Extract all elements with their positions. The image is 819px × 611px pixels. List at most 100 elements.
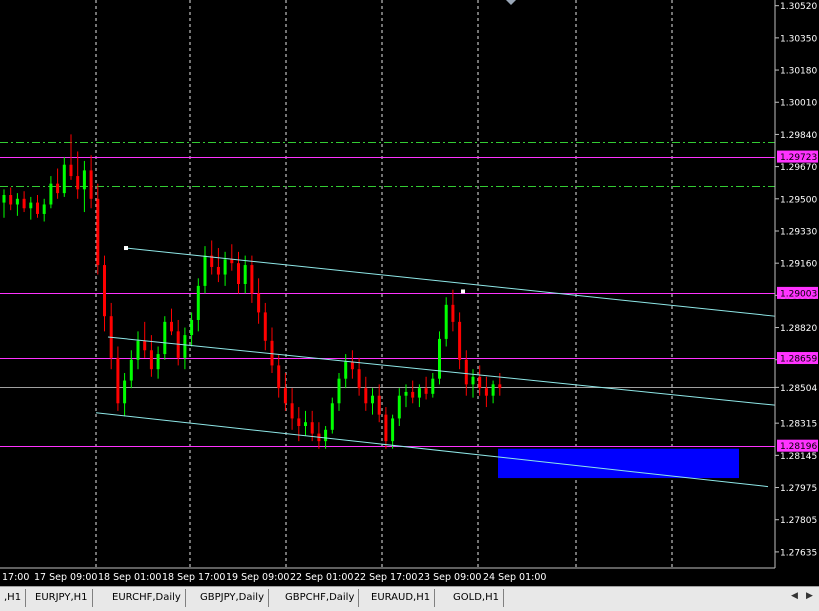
candle-body bbox=[324, 429, 328, 442]
time-tick-label: 22 Sep 17:00 bbox=[354, 572, 417, 583]
candle-body bbox=[364, 388, 368, 404]
blue-zone bbox=[498, 448, 739, 479]
candle-body bbox=[190, 319, 194, 336]
candle-body bbox=[89, 170, 93, 199]
price-tick-label: 1.28145 bbox=[780, 452, 817, 462]
price-tick-label: 1.27975 bbox=[780, 484, 817, 494]
candle-body bbox=[183, 335, 187, 358]
candle-body bbox=[15, 198, 19, 205]
price-tick-label: 1.27805 bbox=[780, 516, 817, 526]
candle-body bbox=[237, 263, 240, 284]
tab-gbpchf-daily[interactable]: GBPCHF,Daily bbox=[281, 589, 360, 607]
price-tick-label: 1.29670 bbox=[780, 163, 817, 173]
candle-body bbox=[384, 414, 388, 442]
candle-body bbox=[257, 293, 261, 313]
candle-body bbox=[297, 418, 301, 426]
candle-body bbox=[330, 403, 334, 430]
candle-body bbox=[304, 422, 307, 426]
tab-gbpjpy-daily[interactable]: GBPJPY,Daily bbox=[196, 589, 269, 607]
scroll-left-icon[interactable]: ◀ bbox=[791, 591, 798, 601]
candle-body bbox=[290, 403, 294, 419]
candle-body bbox=[310, 422, 314, 434]
candle-body bbox=[431, 378, 435, 394]
candle-body bbox=[424, 388, 428, 394]
candle-body bbox=[149, 350, 153, 370]
price-tick-label: 1.30010 bbox=[780, 99, 817, 109]
candle-body bbox=[9, 195, 13, 205]
candle-body bbox=[22, 198, 26, 209]
candle-body bbox=[163, 321, 167, 355]
price-chart[interactable]: 1.30520 1.30350 1.30180 1.30010 1.29840 1.296… bbox=[0, 0, 819, 586]
candle-body bbox=[170, 321, 173, 332]
candle-body bbox=[230, 259, 234, 264]
candle-body bbox=[484, 388, 488, 396]
candle-body bbox=[377, 395, 381, 415]
price-tick-label: 1.28504 bbox=[780, 384, 817, 394]
time-tick-label: 17:00 bbox=[2, 572, 29, 583]
candle-body bbox=[391, 418, 395, 442]
candle-body bbox=[471, 376, 475, 385]
candle-body bbox=[62, 164, 66, 194]
candle-body bbox=[136, 340, 140, 360]
candle-body bbox=[76, 176, 80, 190]
tab-eurchf-daily[interactable]: EURCHF,Daily bbox=[108, 589, 186, 607]
candle-body bbox=[243, 265, 247, 284]
candle-body bbox=[283, 388, 287, 404]
candle-body bbox=[444, 304, 448, 339]
candle-body bbox=[270, 340, 274, 366]
price-axis: 1.30520 1.30350 1.30180 1.30010 1.29840 1.296… bbox=[775, 2, 817, 558]
candle-body bbox=[277, 365, 281, 389]
candle-body bbox=[103, 265, 106, 317]
tab-h1[interactable]: ,H1 bbox=[0, 589, 27, 607]
time-tick-label: 18 Sep 17:00 bbox=[162, 572, 225, 583]
candle-body bbox=[56, 183, 60, 194]
channel-anchor-point bbox=[124, 246, 128, 251]
candle-body bbox=[143, 340, 147, 351]
candle-body bbox=[223, 259, 227, 275]
price-tick-label: 1.29160 bbox=[780, 260, 817, 270]
candle-body bbox=[337, 378, 341, 404]
plot-area bbox=[0, 0, 775, 568]
price-tick-label: 1.30180 bbox=[780, 67, 817, 77]
price-tick-label: 1.27635 bbox=[780, 548, 817, 558]
time-tick-label: 17 Sep 09:00 bbox=[34, 572, 97, 583]
candle-body bbox=[49, 183, 53, 205]
candle-body bbox=[216, 266, 220, 275]
candle-body bbox=[451, 304, 455, 322]
price-tick-label: 1.30520 bbox=[780, 2, 817, 12]
price-label-text: 1.28196 bbox=[780, 442, 817, 452]
tab-gold-h1[interactable]: GOLD,H1 bbox=[449, 589, 504, 607]
price-tick-label: 1.28820 bbox=[780, 324, 817, 334]
candle-body bbox=[478, 376, 482, 389]
candle-body bbox=[417, 388, 421, 398]
candle-body bbox=[203, 255, 207, 286]
time-tick-label: 18 Sep 01:00 bbox=[98, 572, 161, 583]
candle-body bbox=[350, 361, 354, 370]
price-tick-label: 1.28315 bbox=[780, 420, 817, 430]
candle-body bbox=[129, 359, 133, 381]
candle-body bbox=[29, 202, 33, 209]
candle-body bbox=[464, 359, 468, 385]
tab-eurjpy-h1[interactable]: EURJPY,H1 bbox=[31, 589, 93, 607]
candle-body bbox=[404, 391, 408, 396]
candle-body bbox=[196, 285, 200, 320]
candle-body bbox=[357, 369, 361, 389]
candle-body bbox=[96, 198, 100, 266]
symbol-tab-bar: ,H1 EURJPY,H1 EURCHF,Daily GBPJPY,Daily … bbox=[0, 586, 819, 611]
supply-demand-zone bbox=[498, 448, 739, 479]
scroll-right-icon[interactable]: ▶ bbox=[806, 591, 813, 601]
price-label-text: 1.28659 bbox=[780, 355, 817, 365]
time-axis: 17:00 17 Sep 09:00 18 Sep 01:00 18 Sep 17:0… bbox=[2, 572, 546, 583]
tab-euraud-h1[interactable]: EURAUD,H1 bbox=[367, 589, 436, 607]
candle-body bbox=[116, 357, 120, 404]
price-label-text: 1.29723 bbox=[780, 153, 817, 163]
price-tick-label: 1.29840 bbox=[780, 131, 817, 141]
candle-body bbox=[411, 391, 415, 398]
candle-body bbox=[156, 354, 160, 370]
candle-body bbox=[36, 202, 39, 214]
candle-body bbox=[371, 395, 374, 404]
candle-body bbox=[397, 395, 401, 419]
time-tick-label: 22 Sep 01:00 bbox=[290, 572, 353, 583]
candle-body bbox=[2, 195, 6, 203]
time-tick-label: 19 Sep 09:00 bbox=[226, 572, 289, 583]
